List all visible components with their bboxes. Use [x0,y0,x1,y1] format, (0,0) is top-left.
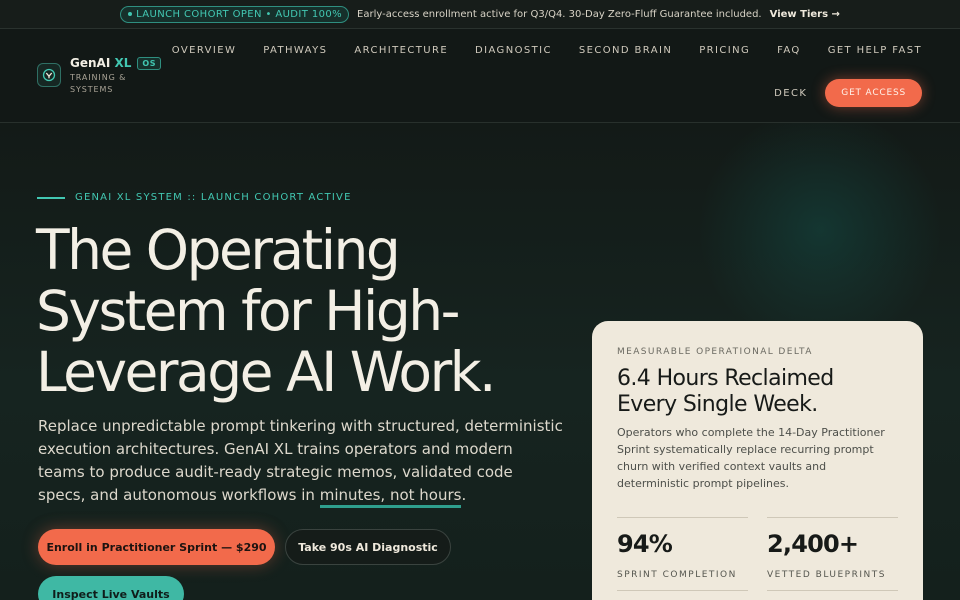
logo-brand: GenAI XL OS [70,56,161,70]
nav-pathways[interactable]: PATHWAYS [263,45,327,56]
logo-brand-name: GenAI [70,56,111,70]
logo-brand-accent: XL [114,56,132,70]
launch-badge: LAUNCH COHORT OPEN • AUDIT 100% [120,5,350,23]
card-description: Operators who complete the 14-Day Practi… [617,426,885,490]
hero-highlight: minutes, not hours [319,486,462,508]
view-tiers-link[interactable]: View Tiers → [770,9,840,20]
main-nav: OVERVIEW PATHWAYS ARCHITECTURE DIAGNOSTI… [172,45,922,56]
hero-description-text: Replace unpredictable prompt tinkering w… [38,417,563,504]
stat-value: 94% [617,530,673,558]
nav-pricing[interactable]: PRICING [699,45,750,56]
inspect-vaults-button[interactable]: Inspect Live Vaults [38,576,184,600]
site-header: GenAI XL OS TRAINING & SYSTEMS OVERVIEW … [0,29,960,123]
get-access-button[interactable]: GET ACCESS [825,79,922,107]
stat-vetted-blueprints: 2,400+ VETTED BLUEPRINTS [767,517,898,580]
hero-title: The Operating System for High-Leverage A… [36,218,497,404]
card-title: 6.4 Hours Reclaimed Every Single Week. [617,366,834,417]
divider [617,590,748,591]
stat-label: SPRINT COMPLETION [617,570,737,580]
logo-text: GenAI XL OS TRAINING & SYSTEMS [70,56,161,96]
hero-description: Replace unpredictable prompt tinkering w… [38,415,563,508]
enroll-sprint-button[interactable]: Enroll in Practitioner Sprint — $290 [38,529,275,565]
hero-eyebrow: GENAI XL SYSTEM :: LAUNCH COHORT ACTIVE [37,192,352,203]
nav-faq[interactable]: FAQ [777,45,801,56]
nav-get-help-fast[interactable]: GET HELP FAST [828,45,922,56]
hero-eyebrow-text: GENAI XL SYSTEM :: LAUNCH COHORT ACTIVE [75,192,352,203]
announcement-bar: LAUNCH COHORT OPEN • AUDIT 100% Early-ac… [0,0,960,29]
card-divider-row [617,590,898,591]
status-dot-icon [128,12,133,16]
os-tag: OS [137,56,161,70]
stat-sprint-completion: 94% SPRINT COMPLETION [617,517,748,580]
card-eyebrow: MEASURABLE OPERATIONAL DELTA [617,347,813,357]
nav-deck[interactable]: DECK [774,88,807,99]
stat-label: VETTED BLUEPRINTS [767,570,886,580]
secondary-nav: DECK GET ACCESS [774,79,922,107]
announcement-message: Early-access enrollment active for Q3/Q4… [357,8,762,20]
ai-diagnostic-button[interactable]: Take 90s AI Diagnostic [285,529,451,565]
nav-diagnostic[interactable]: DIAGNOSTIC [475,45,552,56]
nav-second-brain[interactable]: SECOND BRAIN [579,45,672,56]
nav-architecture[interactable]: ARCHITECTURE [354,45,448,56]
delta-card: MEASURABLE OPERATIONAL DELTA 6.4 Hours R… [592,321,923,600]
card-stats: 94% SPRINT COMPLETION 2,400+ VETTED BLUE… [617,517,898,580]
stat-value: 2,400+ [767,530,859,558]
background-glow [700,110,940,350]
logo-mark-icon [37,63,61,87]
divider [767,590,898,591]
nav-overview[interactable]: OVERVIEW [172,45,236,56]
logo[interactable]: GenAI XL OS TRAINING & SYSTEMS [37,56,161,96]
eyebrow-line [37,196,65,199]
logo-subtitle: TRAINING & SYSTEMS [70,73,127,94]
hero-description-period: . [461,486,467,504]
launch-badge-label: LAUNCH COHORT OPEN • AUDIT 100% [136,8,343,20]
